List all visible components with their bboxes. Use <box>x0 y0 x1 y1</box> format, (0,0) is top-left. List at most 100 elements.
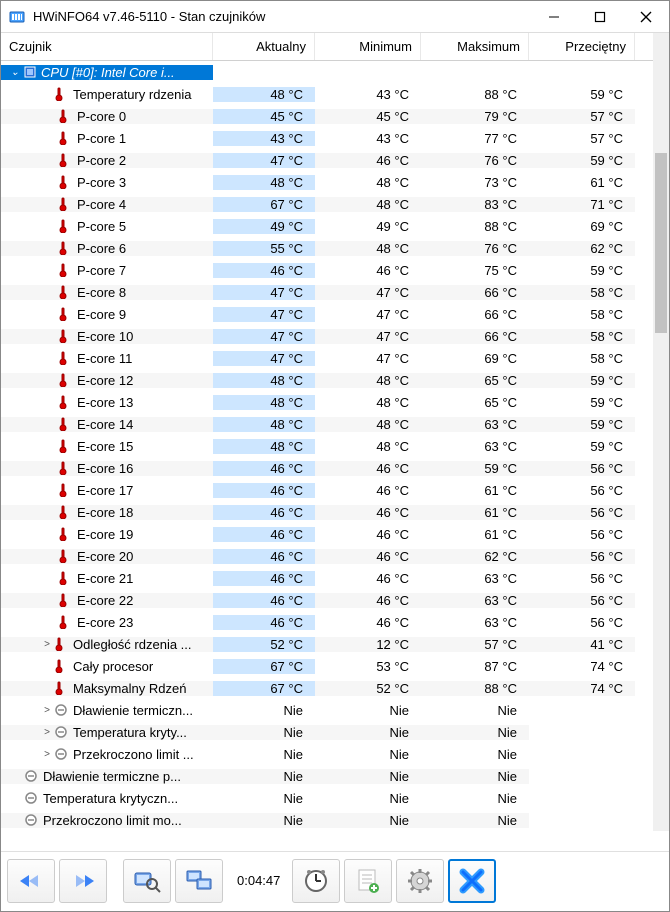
cell-cur: 48 °C <box>213 439 315 454</box>
expand-button[interactable] <box>59 859 107 903</box>
cell-max: 77 °C <box>421 131 529 146</box>
row-label: E-core 13 <box>77 395 133 410</box>
cell-min: Nie <box>315 813 421 828</box>
rows-container: Temperatury rdzenia48 °C43 °C88 °C59 °CP… <box>1 83 653 831</box>
table-row[interactable]: E-core 1548 °C48 °C63 °C59 °C <box>1 435 653 457</box>
row-label: Przekroczono limit mo... <box>43 813 182 828</box>
thermometer-icon <box>59 219 73 233</box>
table-row[interactable]: P-core 467 °C48 °C83 °C71 °C <box>1 193 653 215</box>
cpu-group-label: CPU [#0]: Intel Core i... <box>41 65 175 80</box>
row-label: Przekroczono limit ... <box>73 747 194 762</box>
cell-cur: 47 °C <box>213 285 315 300</box>
close-sensors-button[interactable] <box>448 859 496 903</box>
cell-cur: 49 °C <box>213 219 315 234</box>
network-button[interactable] <box>175 859 223 903</box>
cell-min: 45 °C <box>315 109 421 124</box>
cell-min: 47 °C <box>315 285 421 300</box>
vertical-scrollbar[interactable] <box>653 33 669 831</box>
cell-min: Nie <box>315 703 421 718</box>
table-row[interactable]: E-core 2346 °C46 °C63 °C56 °C <box>1 611 653 633</box>
table-row[interactable]: E-core 1448 °C48 °C63 °C59 °C <box>1 413 653 435</box>
table-header[interactable]: Czujnik Aktualny Minimum Maksimum Przeci… <box>1 33 653 61</box>
cell-cur: 47 °C <box>213 307 315 322</box>
table-row[interactable]: Przekroczono limit mo...NieNieNie <box>1 809 653 831</box>
minimize-button[interactable] <box>531 1 577 33</box>
col-current[interactable]: Aktualny <box>213 33 315 60</box>
cell-cur: Nie <box>213 703 315 718</box>
table-row[interactable]: Temperatura krytyczn...NieNieNie <box>1 787 653 809</box>
col-sensor[interactable]: Czujnik <box>1 33 213 60</box>
table-row[interactable]: P-core 655 °C48 °C76 °C62 °C <box>1 237 653 259</box>
thermometer-icon <box>59 329 73 343</box>
table-row[interactable]: E-core 2246 °C46 °C63 °C56 °C <box>1 589 653 611</box>
table-row[interactable]: E-core 2146 °C46 °C63 °C56 °C <box>1 567 653 589</box>
table-row[interactable]: P-core 247 °C46 °C76 °C59 °C <box>1 149 653 171</box>
chevron-right-icon[interactable]: > <box>41 727 53 738</box>
titlebar[interactable]: HWiNFO64 v7.46-5110 - Stan czujników <box>1 1 669 33</box>
cell-max: Nie <box>421 769 529 784</box>
table-row[interactable]: E-core 1147 °C47 °C69 °C58 °C <box>1 347 653 369</box>
table-row[interactable]: >Przekroczono limit ...NieNieNie <box>1 743 653 765</box>
cell-max: 79 °C <box>421 109 529 124</box>
scrollbar-thumb[interactable] <box>655 153 667 333</box>
thermometer-icon <box>59 395 73 409</box>
col-max[interactable]: Maksimum <box>421 33 529 60</box>
row-label: E-core 9 <box>77 307 126 322</box>
table-row[interactable]: P-core 143 °C43 °C77 °C57 °C <box>1 127 653 149</box>
cell-cur: 67 °C <box>213 659 315 674</box>
thermometer-icon <box>59 153 73 167</box>
table-row[interactable]: E-core 1846 °C46 °C61 °C56 °C <box>1 501 653 523</box>
collapse-button[interactable] <box>7 859 55 903</box>
table-row[interactable]: P-core 348 °C48 °C73 °C61 °C <box>1 171 653 193</box>
table-row[interactable]: P-core 549 °C49 °C88 °C69 °C <box>1 215 653 237</box>
chevron-down-icon[interactable]: ⌄ <box>9 67 21 78</box>
search-button[interactable] <box>123 859 171 903</box>
table-row[interactable]: >Odległość rdzenia ...52 °C12 °C57 °C41 … <box>1 633 653 655</box>
cell-min: 48 °C <box>315 417 421 432</box>
cell-max: 88 °C <box>421 681 529 696</box>
table-row[interactable]: Cały procesor67 °C53 °C87 °C74 °C <box>1 655 653 677</box>
maximize-button[interactable] <box>577 1 623 33</box>
report-button[interactable] <box>344 859 392 903</box>
cell-avg: 56 °C <box>529 483 635 498</box>
table-row[interactable]: Maksymalny Rdzeń67 °C52 °C88 °C74 °C <box>1 677 653 699</box>
table-row[interactable]: E-core 1646 °C46 °C59 °C56 °C <box>1 457 653 479</box>
table-row[interactable]: E-core 1946 °C46 °C61 °C56 °C <box>1 523 653 545</box>
col-avg[interactable]: Przeciętny <box>529 33 635 60</box>
table-row[interactable]: >Temperatura kryty...NieNieNie <box>1 721 653 743</box>
cell-max: 65 °C <box>421 395 529 410</box>
clock-button[interactable] <box>292 859 340 903</box>
close-button[interactable] <box>623 1 669 33</box>
cell-cur: Nie <box>213 747 315 762</box>
table-row[interactable]: E-core 2046 °C46 °C62 °C56 °C <box>1 545 653 567</box>
row-label: P-core 4 <box>77 197 126 212</box>
table-row[interactable]: E-core 1746 °C46 °C61 °C56 °C <box>1 479 653 501</box>
cell-max: 63 °C <box>421 593 529 608</box>
chevron-right-icon[interactable]: > <box>41 749 53 760</box>
table-row[interactable]: P-core 045 °C45 °C79 °C57 °C <box>1 105 653 127</box>
col-min[interactable]: Minimum <box>315 33 421 60</box>
cell-min: Nie <box>315 747 421 762</box>
table-row[interactable]: P-core 746 °C46 °C75 °C59 °C <box>1 259 653 281</box>
cell-cur: 46 °C <box>213 527 315 542</box>
cell-max: 61 °C <box>421 527 529 542</box>
cell-avg: 62 °C <box>529 241 635 256</box>
bottom-toolbar: 0:04:47 <box>1 851 669 911</box>
table-row[interactable]: Dławienie termiczne p...NieNieNie <box>1 765 653 787</box>
cell-max: Nie <box>421 791 529 806</box>
chevron-right-icon[interactable]: > <box>41 639 53 650</box>
table-row[interactable]: E-core 947 °C47 °C66 °C58 °C <box>1 303 653 325</box>
settings-button[interactable] <box>396 859 444 903</box>
table-row[interactable]: E-core 1047 °C47 °C66 °C58 °C <box>1 325 653 347</box>
table-row[interactable]: >Dławienie termiczn...NieNieNie <box>1 699 653 721</box>
cell-max: 88 °C <box>421 87 529 102</box>
table-row[interactable]: Temperatury rdzenia48 °C43 °C88 °C59 °C <box>1 83 653 105</box>
cell-avg: 56 °C <box>529 615 635 630</box>
chevron-right-icon[interactable]: > <box>41 705 53 716</box>
status-circle-icon <box>25 770 39 782</box>
table-row[interactable]: E-core 847 °C47 °C66 °C58 °C <box>1 281 653 303</box>
table-row[interactable]: E-core 1248 °C48 °C65 °C59 °C <box>1 369 653 391</box>
cell-max: 59 °C <box>421 461 529 476</box>
cpu-group-row[interactable]: ⌄ CPU [#0]: Intel Core i... <box>1 61 653 83</box>
table-row[interactable]: E-core 1348 °C48 °C65 °C59 °C <box>1 391 653 413</box>
